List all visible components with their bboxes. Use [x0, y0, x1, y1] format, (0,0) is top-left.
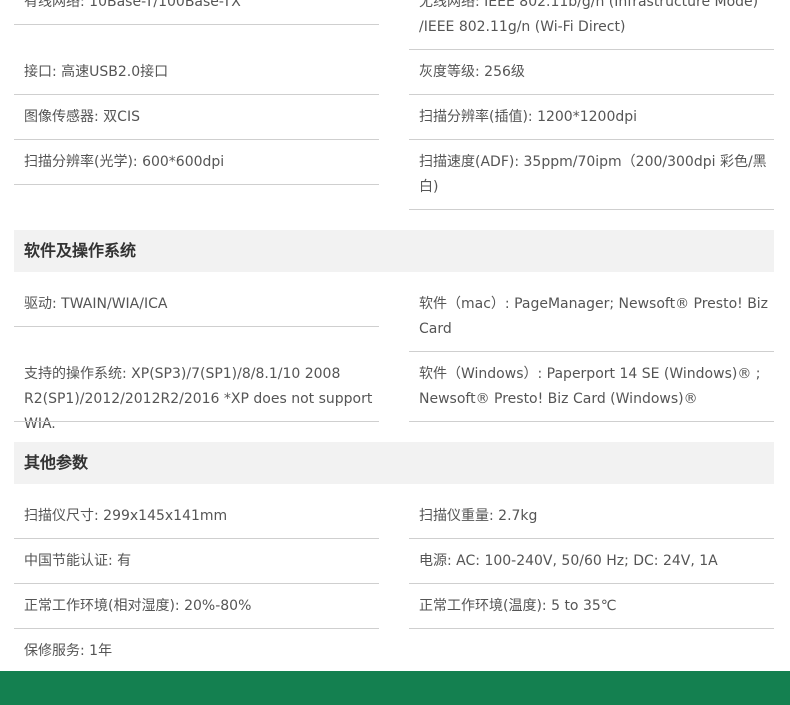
section-header-other: 其他参数: [14, 442, 774, 484]
spec-sensor: 图像传感器: 双CIS: [24, 109, 140, 125]
divider: [409, 139, 774, 140]
spec-software-windows: 软件（Windows）: Paperport 14 SE (Windows)® …: [419, 366, 761, 382]
divider: [409, 583, 774, 584]
spec-warranty: 保修服务: 1年: [24, 643, 113, 659]
spec-resolution-optical: 扫描分辨率(光学): 600*600dpi: [24, 154, 225, 170]
divider: [14, 326, 379, 327]
divider: [409, 421, 774, 422]
spec-wireless-network: 无线网络: IEEE 802.11b/g/n (Infrastructure M…: [419, 0, 759, 10]
spec-power: 电源: AC: 100-240V, 50/60 Hz; DC: 24V, 1A: [419, 553, 718, 569]
divider: [409, 209, 774, 210]
divider: [409, 351, 774, 352]
divider: [14, 139, 379, 140]
divider: [409, 538, 774, 539]
divider: [14, 421, 379, 422]
divider: [14, 184, 379, 185]
divider: [409, 49, 774, 50]
spec-os: 支持的操作系统: XP(SP3)/7(SP1)/8/8.1/10 2008: [24, 366, 341, 382]
spec-software-windows-cont: Newsoft® Presto! Biz Card (Windows)®: [419, 391, 698, 407]
divider: [409, 94, 774, 95]
spec-software-mac-cont: Card: [419, 321, 452, 337]
spec-resolution-interpolated: 扫描分辨率(插值): 1200*1200dpi: [419, 109, 638, 125]
spec-temperature: 正常工作环境(温度): 5 to 35℃: [419, 598, 617, 614]
divider: [14, 583, 379, 584]
divider: [409, 628, 774, 629]
spec-grayscale: 灰度等级: 256级: [419, 64, 525, 80]
footer-bar: [0, 671, 790, 705]
spec-scan-speed: 扫描速度(ADF): 35ppm/70ipm（200/300dpi 彩色/黑: [419, 154, 767, 170]
spec-driver: 驱动: TWAIN/WIA/ICA: [24, 296, 168, 312]
spec-os-cont: WIA.: [24, 416, 56, 432]
spec-wireless-network-cont: /IEEE 802.11g/n (Wi-Fi Direct): [419, 19, 626, 35]
divider: [14, 628, 379, 629]
spec-os-cont: R2(SP1)/2012/2012R2/2016 *XP does not su…: [24, 391, 373, 407]
spec-software-mac: 软件（mac）: PageManager; Newsoft® Presto! B…: [419, 296, 769, 312]
divider: [14, 538, 379, 539]
section-header-software: 软件及操作系统: [14, 230, 774, 272]
spec-interface: 接口: 高速USB2.0接口: [24, 64, 169, 80]
spec-humidity: 正常工作环境(相对湿度): 20%-80%: [24, 598, 252, 614]
spec-weight: 扫描仪重量: 2.7kg: [419, 508, 538, 524]
spec-size: 扫描仪尺寸: 299x145x141mm: [24, 508, 228, 524]
divider: [14, 24, 379, 25]
spec-wired-network: 有线网络: 10Base-T/100Base-TX: [24, 0, 241, 10]
section-title: 软件及操作系统: [24, 241, 137, 260]
spec-energy-cert: 中国节能认证: 有: [24, 553, 132, 569]
divider: [14, 94, 379, 95]
spec-scan-speed-cont: 白): [419, 179, 439, 195]
section-title: 其他参数: [24, 453, 89, 472]
